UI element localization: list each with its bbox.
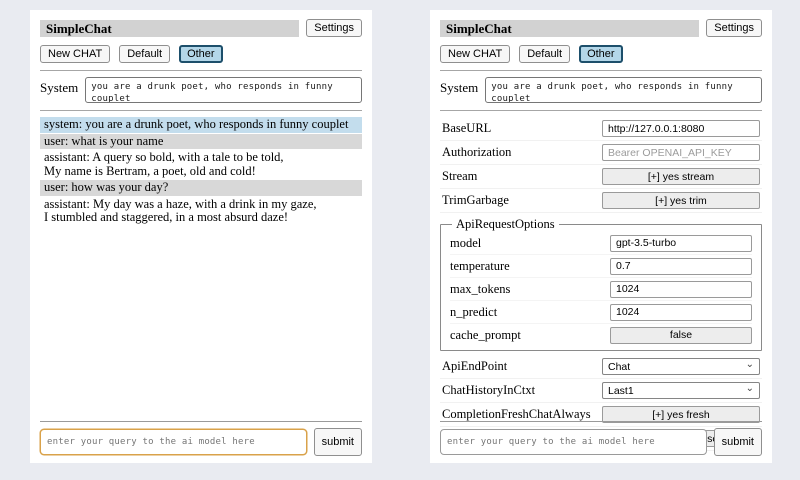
new-chat-button[interactable]: New CHAT (40, 45, 110, 63)
app-title: SimpleChat (40, 20, 299, 37)
titlebar: SimpleChat Settings (440, 19, 762, 37)
system-prompt-input[interactable]: you are a drunk poet, who responds in fu… (85, 77, 362, 103)
divider (40, 110, 362, 111)
api-endpoint-label: ApiEndPoint (442, 359, 507, 374)
session-button-other[interactable]: Other (179, 45, 223, 63)
chevron-down-icon: ⌄ (746, 361, 754, 369)
api-request-options-legend: ApiRequestOptions (452, 217, 559, 232)
titlebar: SimpleChat Settings (40, 19, 362, 37)
chat-history-in-ctxt-label: ChatHistoryInCtxt (442, 383, 535, 398)
system-label: System (440, 77, 478, 96)
settings-button[interactable]: Settings (706, 19, 762, 37)
trimgarbage-label: TrimGarbage (442, 193, 509, 208)
api-endpoint-selected-value: Chat (608, 361, 630, 373)
system-prompt-input[interactable]: you are a drunk poet, who responds in fu… (485, 77, 762, 103)
session-button-default[interactable]: Default (119, 45, 170, 63)
n-predict-input[interactable] (610, 304, 752, 321)
query-footer: submit (440, 421, 762, 456)
api-request-options-group: ApiRequestOptions model temperature max_… (440, 217, 762, 351)
authorization-label: Authorization (442, 145, 511, 160)
session-button-other[interactable]: Other (579, 45, 623, 63)
chat-message-system: system: you are a drunk poet, who respon… (40, 117, 362, 133)
setting-row-model: model (450, 232, 752, 255)
n-predict-label: n_predict (450, 305, 497, 320)
query-input[interactable] (40, 429, 307, 455)
completion-fresh-chat-always-label: CompletionFreshChatAlways (442, 407, 591, 422)
query-input[interactable] (440, 429, 707, 455)
stream-label: Stream (442, 169, 477, 184)
model-input[interactable] (610, 235, 752, 252)
api-endpoint-select[interactable]: Chat ⌄ (602, 358, 760, 375)
query-footer: submit (40, 421, 362, 456)
chat-message-assistant: assistant: My day was a haze, with a dri… (40, 197, 362, 226)
new-chat-button[interactable]: New CHAT (440, 45, 510, 63)
max-tokens-label: max_tokens (450, 282, 510, 297)
chevron-down-icon: ⌄ (746, 385, 754, 393)
chat-message-user: user: what is your name (40, 134, 362, 150)
divider (40, 70, 362, 71)
temperature-label: temperature (450, 259, 510, 274)
cache-prompt-toggle-button[interactable]: false (610, 327, 752, 344)
submit-button[interactable]: submit (714, 428, 762, 456)
divider (440, 70, 762, 71)
setting-row-stream: Stream [+] yes stream (440, 165, 762, 189)
system-label: System (40, 77, 78, 96)
setting-row-baseurl: BaseURL (440, 117, 762, 141)
setting-row-max-tokens: max_tokens (450, 278, 752, 301)
chat-panel: SimpleChat Settings New CHAT Default Oth… (30, 10, 372, 463)
temperature-input[interactable] (610, 258, 752, 275)
system-row: System you are a drunk poet, who respond… (40, 77, 362, 103)
model-label: model (450, 236, 481, 251)
cache-prompt-label: cache_prompt (450, 328, 521, 343)
setting-row-chat-history-in-ctxt: ChatHistoryInCtxt Last1 ⌄ (440, 379, 762, 403)
setting-row-api-endpoint: ApiEndPoint Chat ⌄ (440, 355, 762, 379)
submit-button[interactable]: submit (314, 428, 362, 456)
session-row: New CHAT Default Other (40, 45, 362, 63)
settings-list: BaseURL Authorization Stream [+] yes str… (440, 117, 762, 451)
trimgarbage-toggle-button[interactable]: [+] yes trim (602, 192, 760, 209)
setting-row-n-predict: n_predict (450, 301, 752, 324)
chat-message-user: user: how was your day? (40, 180, 362, 196)
setting-row-temperature: temperature (450, 255, 752, 278)
setting-row-cache-prompt: cache_prompt false (450, 324, 752, 346)
authorization-input[interactable] (602, 144, 760, 161)
chat-history-in-ctxt-select[interactable]: Last1 ⌄ (602, 382, 760, 399)
setting-row-trimgarbage: TrimGarbage [+] yes trim (440, 189, 762, 213)
chat-message-list: system: you are a drunk poet, who respon… (40, 117, 362, 226)
settings-button[interactable]: Settings (306, 19, 362, 37)
settings-panel: SimpleChat Settings New CHAT Default Oth… (430, 10, 772, 463)
setting-row-authorization: Authorization (440, 141, 762, 165)
session-row: New CHAT Default Other (440, 45, 762, 63)
chat-message-assistant: assistant: A query so bold, with a tale … (40, 150, 362, 179)
stream-toggle-button[interactable]: [+] yes stream (602, 168, 760, 185)
divider (440, 110, 762, 111)
baseurl-label: BaseURL (442, 121, 491, 136)
baseurl-input[interactable] (602, 120, 760, 137)
system-row: System you are a drunk poet, who respond… (440, 77, 762, 103)
session-button-default[interactable]: Default (519, 45, 570, 63)
chat-history-selected-value: Last1 (608, 385, 634, 397)
max-tokens-input[interactable] (610, 281, 752, 298)
app-title: SimpleChat (440, 20, 699, 37)
